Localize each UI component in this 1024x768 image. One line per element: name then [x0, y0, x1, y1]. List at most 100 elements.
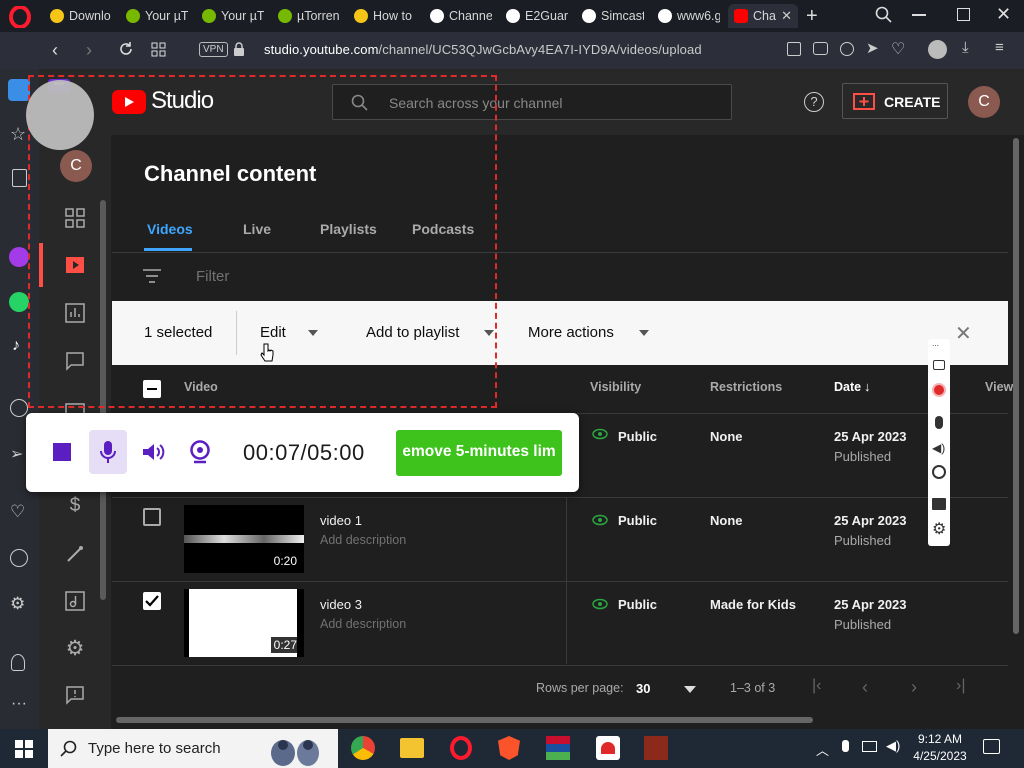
settings-sidebar-icon[interactable]: ⚙ — [10, 594, 25, 614]
stop-recording-button[interactable] — [43, 430, 81, 474]
tab-live[interactable]: Live — [243, 221, 271, 237]
toolbar-mic-icon[interactable] — [935, 416, 943, 429]
feedback-icon[interactable] — [61, 681, 89, 709]
tray-volume-icon[interactable]: ◀) — [886, 738, 900, 754]
download-icon[interactable]: ⤓ — [962, 39, 969, 56]
visibility-value[interactable]: Public — [618, 513, 657, 528]
game-taskbar-icon[interactable] — [644, 736, 668, 760]
audio-library-icon[interactable] — [61, 587, 89, 615]
winrar-taskbar-icon[interactable] — [546, 736, 570, 760]
toolbar-speaker-icon[interactable]: ◀) — [932, 441, 945, 455]
tips-icon[interactable] — [11, 654, 25, 671]
profile-icon[interactable] — [928, 40, 947, 59]
tray-date[interactable]: 4/25/2023 — [905, 749, 975, 763]
toolbar-grip-icon[interactable]: ⋯ — [932, 342, 946, 350]
snapshot-icon[interactable] — [813, 42, 828, 55]
search-input[interactable]: Search across your channel — [332, 84, 732, 120]
shopping-icon[interactable] — [12, 169, 27, 187]
easy-setup-icon[interactable]: ≡ — [995, 39, 1004, 56]
notifications-icon[interactable] — [983, 739, 1000, 754]
filter-input[interactable]: Filter — [196, 268, 229, 285]
content-vertical-scrollbar[interactable] — [1013, 138, 1019, 634]
visibility-value[interactable]: Public — [618, 429, 657, 444]
analytics-icon[interactable] — [61, 299, 89, 327]
tab-podcasts[interactable]: Podcasts — [412, 221, 474, 237]
record-icon[interactable] — [932, 383, 946, 397]
toolbar-settings-icon[interactable]: ⚙ — [932, 519, 946, 539]
whatsapp-icon[interactable] — [9, 292, 29, 312]
select-all-checkbox[interactable] — [143, 380, 161, 398]
home-icon[interactable] — [8, 79, 30, 101]
file-explorer-taskbar-icon[interactable] — [400, 738, 424, 758]
camera-snapshot-icon[interactable] — [933, 360, 945, 370]
back-icon[interactable]: ‹ — [52, 40, 58, 61]
browser-tab[interactable]: Your µT — [120, 4, 194, 28]
tray-network-icon[interactable] — [862, 741, 877, 752]
opera-logo-icon[interactable] — [9, 6, 31, 28]
col-date[interactable]: Date — [834, 380, 861, 394]
tiktok-icon[interactable]: ♪ — [12, 337, 20, 355]
last-page-icon[interactable]: ›| — [956, 677, 965, 695]
new-tab-icon[interactable]: + — [806, 5, 818, 28]
forward-icon[interactable]: › — [86, 40, 92, 61]
webcam-bubble[interactable] — [26, 80, 94, 150]
tray-chevron-up-icon[interactable]: ︿ — [816, 740, 829, 759]
speed-dial-icon[interactable] — [151, 42, 166, 57]
adblock-icon[interactable] — [840, 42, 854, 56]
browser-tab[interactable]: µTorren — [272, 4, 346, 28]
sort-down-icon[interactable]: ↓ — [864, 379, 871, 394]
browser-tab[interactable]: Simcast — [576, 4, 650, 28]
more-actions-dropdown[interactable]: More actions — [528, 324, 614, 341]
messenger-icon[interactable] — [9, 247, 29, 267]
remove-limit-button[interactable]: emove 5-minutes lim — [396, 430, 562, 476]
filter-icon[interactable] — [143, 269, 161, 283]
heart-sidebar-icon[interactable]: ♡ — [10, 502, 25, 522]
row-checkbox[interactable] — [143, 508, 161, 526]
help-icon[interactable]: ? — [804, 92, 824, 112]
browser-tab[interactable]: E2Guar — [500, 4, 574, 28]
player-icon[interactable] — [10, 399, 28, 417]
star-icon[interactable]: ☆ — [10, 124, 26, 145]
browser-tab[interactable]: www6.g — [652, 4, 726, 28]
edit-dropdown[interactable]: Edit — [260, 324, 286, 341]
tab-videos[interactable]: Videos — [147, 221, 193, 237]
video-description[interactable]: Add description — [320, 533, 406, 547]
next-page-icon[interactable]: › — [911, 677, 917, 698]
channel-avatar[interactable]: C — [60, 150, 92, 182]
reload-icon[interactable] — [118, 41, 134, 57]
dashboard-icon[interactable] — [61, 204, 89, 232]
history-icon[interactable] — [10, 549, 28, 567]
video-thumbnail[interactable]: 0:20 — [184, 505, 304, 573]
taskbar-search-box[interactable]: Type here to search — [48, 729, 338, 768]
vpn-badge[interactable]: VPN — [199, 42, 228, 57]
browser-tab[interactable]: Channe — [424, 4, 498, 28]
opera-taskbar-icon[interactable] — [450, 736, 472, 760]
video-title[interactable]: video 1 — [320, 513, 362, 528]
create-button[interactable]: CREATE — [842, 83, 948, 119]
first-page-icon[interactable]: |‹ — [812, 677, 821, 695]
flow-icon[interactable]: ➢ — [10, 444, 23, 464]
close-window-icon[interactable]: ✕ — [996, 4, 1011, 25]
tab-playlists[interactable]: Playlists — [320, 221, 377, 237]
browser-tab[interactable]: Downlo — [44, 4, 118, 28]
playlist-chevron-down-icon[interactable] — [484, 330, 494, 336]
toolbar-webcam-icon[interactable] — [932, 465, 946, 479]
more-icon[interactable]: ··· — [11, 695, 27, 713]
tray-time[interactable]: 9:12 AM — [910, 732, 970, 746]
toolbar-screen-icon[interactable] — [932, 498, 946, 510]
microphone-toggle[interactable] — [89, 430, 127, 474]
rows-chevron-down-icon[interactable] — [684, 686, 696, 693]
url-field[interactable]: studio.youtube.com/channel/UC53QJwGcbAvy… — [264, 42, 702, 57]
minimize-icon[interactable] — [912, 14, 926, 16]
customization-icon[interactable] — [61, 540, 89, 568]
settings-icon[interactable]: ⚙ — [61, 634, 89, 662]
lock-icon[interactable] — [233, 42, 245, 56]
row-checkbox-checked[interactable] — [143, 592, 161, 610]
youtube-logo-icon[interactable] — [112, 90, 146, 114]
earn-icon[interactable]: $ — [61, 492, 89, 520]
browser-tab[interactable]: How to — [348, 4, 422, 28]
account-avatar[interactable]: C — [968, 86, 1000, 118]
search-tabs-icon[interactable] — [875, 6, 893, 24]
comments-icon[interactable] — [61, 347, 89, 375]
browser-tab[interactable]: Your µT — [196, 4, 270, 28]
